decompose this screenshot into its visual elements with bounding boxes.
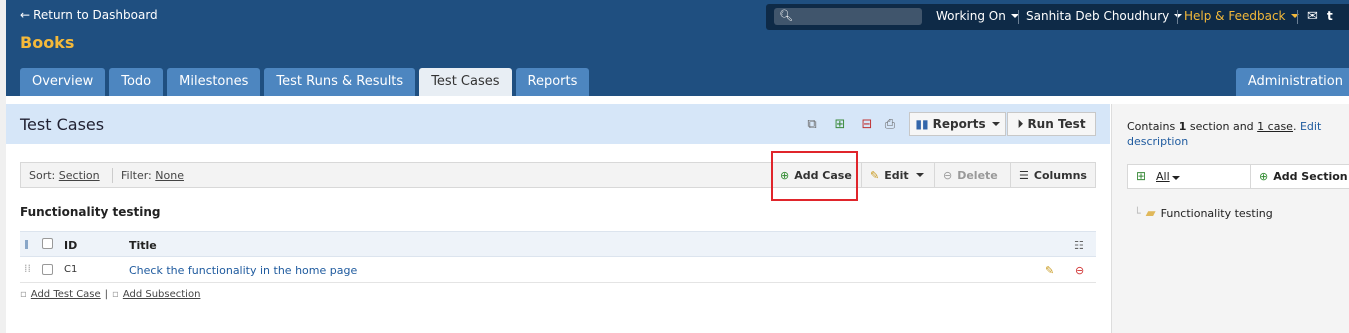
- edit-button[interactable]: ✎ Edit: [861, 163, 932, 187]
- plus-circle-icon: ⊕: [1259, 170, 1269, 183]
- title-bar: Test Cases ⧉ ⊞ ⊟ ⎙ ▮▮ Reports ⏵ Run Test: [6, 104, 1110, 144]
- add-icon: ▫: [20, 289, 27, 300]
- columns-label: Columns: [1033, 168, 1087, 182]
- run-test-button[interactable]: ⏵ Run Test: [1007, 112, 1096, 136]
- select-all-checkbox[interactable]: [42, 238, 53, 249]
- table-header: ID Title ☷: [20, 231, 1096, 257]
- add-section-button[interactable]: ⊕ Add Section: [1250, 165, 1348, 188]
- section-word: section and: [1189, 120, 1254, 133]
- chevron-down-icon: [1171, 176, 1180, 180]
- edit-label: Edit: [884, 168, 909, 182]
- filter-all-dropdown[interactable]: All: [1156, 170, 1180, 183]
- columns-icon: ☰: [1019, 168, 1029, 182]
- row-checkbox[interactable]: [42, 264, 53, 275]
- bar-chart-icon: ▮▮: [915, 117, 929, 131]
- folder-icon: ▰: [1145, 206, 1156, 221]
- project-title: Books: [20, 33, 75, 52]
- return-to-dashboard-link[interactable]: ← Return to Dashboard: [20, 8, 158, 22]
- reports-button-label: Reports: [932, 117, 986, 131]
- divider: [1297, 10, 1298, 24]
- tab-bar: Overview Todo Milestones Test Runs & Res…: [20, 68, 590, 96]
- case-id: C1: [64, 264, 78, 275]
- tab-overview[interactable]: Overview: [20, 68, 106, 96]
- back-arrow-icon: ←: [20, 8, 31, 22]
- reports-button[interactable]: ▮▮ Reports: [909, 112, 1006, 136]
- edit-pencil-icon[interactable]: ✎: [1045, 264, 1054, 277]
- tab-test-runs-results[interactable]: Test Runs & Results: [264, 68, 416, 96]
- page-title: Test Cases: [20, 115, 105, 134]
- divider: [1018, 10, 1019, 24]
- tab-reports[interactable]: Reports: [515, 68, 590, 96]
- sort-section-link[interactable]: Section: [59, 169, 100, 182]
- case-title-link[interactable]: Check the functionality in the home page: [129, 264, 357, 277]
- minus-circle-icon: ⊖: [943, 168, 953, 182]
- twitter-icon[interactable]: t: [1327, 9, 1333, 23]
- user-menu[interactable]: Sanhita Deb Choudhury: [1026, 9, 1183, 23]
- section-tree-item[interactable]: └ ▰ Functionality testing: [1134, 206, 1273, 221]
- section-heading: Functionality testing: [20, 205, 161, 219]
- add-test-case-link[interactable]: Add Test Case: [31, 289, 101, 300]
- highlight-box: [771, 151, 858, 201]
- copy-icon[interactable]: ⧉: [803, 116, 821, 133]
- sidebar: Contains 1 section and 1 case. Edit desc…: [1111, 104, 1349, 333]
- divider: [1177, 10, 1178, 24]
- section-count: 1: [1178, 120, 1187, 133]
- sidebar-description: Contains 1 section and 1 case. Edit desc…: [1127, 120, 1322, 148]
- tab-todo[interactable]: Todo: [109, 68, 164, 96]
- add-section-label: Add Section: [1273, 170, 1348, 183]
- tab-test-cases[interactable]: Test Cases: [419, 68, 512, 96]
- filter-none-link[interactable]: None: [155, 169, 184, 182]
- add-subsection-link[interactable]: Add Subsection: [123, 289, 201, 300]
- working-on-menu[interactable]: Working On: [936, 9, 1019, 23]
- tree-icon: ⊞: [1136, 169, 1147, 183]
- search-input[interactable]: 🔍︎: [774, 8, 922, 25]
- columns-button[interactable]: ☰ Columns: [1010, 163, 1095, 187]
- header: ← Return to Dashboard Books 🔍︎ Working O…: [6, 0, 1349, 96]
- case-toolbar: Sort: Section Filter: None ⊕ Add Case ✎ …: [20, 162, 1096, 188]
- help-label: Help & Feedback: [1184, 9, 1286, 23]
- tree-branch-icon: └: [1134, 207, 1141, 220]
- tree-item-label: Functionality testing: [1160, 207, 1273, 220]
- add-icon: ▫: [112, 289, 119, 300]
- column-header-id: ID: [64, 239, 78, 252]
- sidebar-toolbar: ⊞ All ⊕ Add Section: [1127, 164, 1349, 189]
- chevron-down-icon: [915, 173, 924, 177]
- filter-label: Filter:: [121, 169, 152, 182]
- case-count-link[interactable]: 1 case: [1257, 120, 1293, 133]
- working-on-label: Working On: [936, 9, 1006, 23]
- mail-icon[interactable]: ✉: [1307, 9, 1318, 24]
- drag-handle-icon[interactable]: ⁞⁞: [24, 262, 31, 275]
- import-icon[interactable]: ⊞: [831, 116, 849, 133]
- drag-handle-icon: [25, 240, 28, 249]
- help-feedback-menu[interactable]: Help & Feedback: [1184, 9, 1299, 23]
- export-icon[interactable]: ⊟: [858, 116, 876, 133]
- desc-prefix: Contains: [1127, 120, 1176, 133]
- column-header-title: Title: [129, 239, 157, 252]
- tab-milestones[interactable]: Milestones: [167, 68, 261, 96]
- search-icon: 🔍︎: [779, 9, 793, 22]
- pencil-icon: ✎: [870, 168, 880, 182]
- filter-all-label: All: [1156, 170, 1170, 183]
- sort-label: Sort:: [29, 169, 56, 182]
- section-footer: ▫ Add Test Case | ▫ Add Subsection: [20, 289, 200, 300]
- chevron-down-icon: [1174, 14, 1183, 18]
- divider: [112, 168, 113, 183]
- filter-control: Filter: None: [121, 169, 184, 182]
- table-row[interactable]: ⁞⁞ C1 Check the functionality in the hom…: [20, 257, 1096, 283]
- return-link-label: Return to Dashboard: [33, 8, 158, 22]
- user-name-label: Sanhita Deb Choudhury: [1026, 9, 1170, 23]
- delete-label: Delete: [957, 168, 998, 182]
- play-icon: ⏵: [1017, 116, 1024, 131]
- sort-control: Sort: Section: [29, 169, 100, 182]
- tab-administration[interactable]: Administration: [1235, 68, 1349, 96]
- print-icon[interactable]: ⎙: [881, 116, 899, 133]
- delete-icon[interactable]: ⊖: [1075, 264, 1084, 277]
- top-bar: 🔍︎ Working On Sanhita Deb Choudhury Help…: [766, 4, 1349, 30]
- run-test-label: Run Test: [1027, 117, 1086, 131]
- chevron-down-icon: [991, 122, 1000, 126]
- divider: |: [104, 289, 109, 300]
- delete-button[interactable]: ⊖ Delete: [934, 163, 1006, 187]
- column-settings-icon[interactable]: ☷: [1074, 239, 1084, 252]
